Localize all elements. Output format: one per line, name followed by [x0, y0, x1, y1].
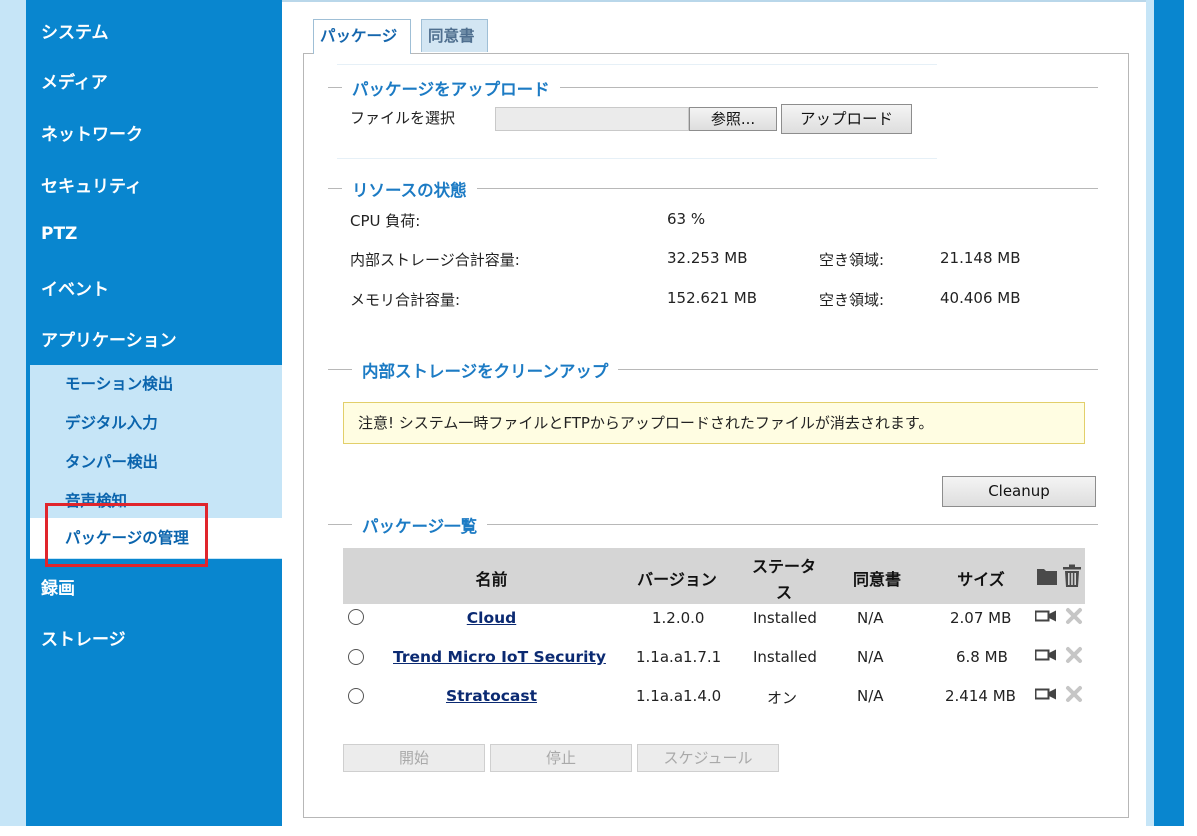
package-link-cloud[interactable]: Cloud — [440, 609, 543, 627]
faint-divider — [337, 64, 937, 65]
package-agreement: N/A — [857, 687, 884, 705]
package-status: Installed — [753, 648, 817, 666]
package-select-radio[interactable] — [348, 688, 364, 704]
right-edge-bar — [1154, 0, 1184, 826]
camera-icon[interactable] — [1035, 609, 1057, 623]
package-size: 6.8 MB — [956, 648, 1008, 666]
application-subnav: モーション検出 デジタル入力 タンパー検出 音声検知 パッケージの管理 — [30, 365, 282, 559]
storage-free-value: 21.148 MB — [940, 249, 1021, 267]
package-status: オン — [767, 689, 798, 707]
left-edge-strip — [0, 0, 26, 826]
package-agreement: N/A — [857, 609, 884, 627]
schedule-button[interactable]: スケジュール — [637, 744, 779, 772]
package-select-radio[interactable] — [348, 649, 364, 665]
right-edge-strip — [1146, 0, 1154, 826]
sidebar-item-network[interactable]: ネットワーク — [41, 120, 143, 145]
close-icon[interactable] — [1065, 607, 1083, 625]
file-select-label: ファイルを選択 — [350, 109, 456, 127]
package-size: 2.414 MB — [945, 687, 1016, 705]
file-path-field[interactable] — [495, 107, 689, 131]
sidebar-item-recording[interactable]: 録画 — [41, 574, 75, 599]
package-version: 1.1a.a1.7.1 — [636, 648, 722, 666]
sidebar: システム メディア ネットワーク セキュリティ PTZ イベント アプリケーショ… — [26, 0, 282, 826]
sidebar-item-security[interactable]: セキュリティ — [41, 172, 142, 197]
package-status: Installed — [753, 609, 817, 627]
subnav-item-audio-detection[interactable]: 音声検知 — [65, 489, 127, 511]
header-status-line1: ステータ — [751, 557, 816, 576]
package-version: 1.1a.a1.4.0 — [636, 687, 722, 705]
camera-icon[interactable] — [1035, 648, 1057, 662]
faint-divider — [337, 158, 937, 159]
close-icon[interactable] — [1065, 646, 1083, 664]
storage-free-label: 空き領域: — [819, 251, 885, 269]
sidebar-item-storage[interactable]: ストレージ — [41, 625, 126, 650]
sidebar-item-application[interactable]: アプリケーション — [41, 326, 177, 351]
subnav-item-package-management[interactable]: パッケージの管理 — [30, 518, 282, 558]
subnav-item-tamper-detection[interactable]: タンパー検出 — [65, 450, 158, 472]
cleanup-section-title: 内部ストレージをクリーンアップ — [352, 358, 619, 382]
tab-agreement[interactable]: 同意書 — [421, 19, 488, 52]
sidebar-item-ptz[interactable]: PTZ — [41, 224, 77, 244]
sidebar-item-media[interactable]: メディア — [41, 68, 108, 93]
package-list-title: パッケージ一覧 — [352, 513, 488, 537]
cleanup-warning-notice: 注意! システム一時ファイルとFTPからアップロードされたファイルが消去されます… — [343, 402, 1085, 444]
top-divider — [282, 0, 1146, 2]
memory-free-value: 40.406 MB — [940, 289, 1021, 307]
storage-total-label: 内部ストレージ合計容量: — [350, 251, 520, 269]
subnav-item-digital-input[interactable]: デジタル入力 — [65, 411, 158, 433]
cleanup-button[interactable]: Cleanup — [942, 476, 1096, 507]
memory-total-label: メモリ合計容量: — [350, 291, 461, 309]
cpu-load-label: CPU 負荷: — [350, 212, 421, 230]
upload-button[interactable]: アップロード — [781, 104, 912, 134]
package-size: 2.07 MB — [950, 609, 1012, 627]
sidebar-item-system[interactable]: システム — [41, 18, 109, 43]
package-agreement: N/A — [857, 648, 884, 666]
memory-total-value: 152.621 MB — [667, 289, 758, 307]
package-link-trend-micro-iot-security[interactable]: Trend Micro IoT Security — [393, 648, 606, 666]
start-button[interactable]: 開始 — [343, 744, 485, 772]
sidebar-item-event[interactable]: イベント — [41, 275, 109, 300]
tab-package[interactable]: パッケージ — [313, 19, 411, 54]
upload-section-title: パッケージをアップロード — [342, 76, 560, 100]
header-status-line2: ス — [775, 583, 792, 602]
browse-button[interactable]: 参照... — [689, 107, 777, 131]
header-size: サイズ — [957, 570, 1005, 589]
header-version: バージョン — [637, 570, 717, 589]
memory-free-label: 空き領域: — [819, 291, 885, 309]
cpu-load-value: 63 % — [667, 210, 706, 228]
resources-section-title: リソースの状態 — [342, 177, 477, 201]
package-link-stratocast[interactable]: Stratocast — [440, 687, 543, 705]
subnav-item-motion-detection[interactable]: モーション検出 — [65, 372, 173, 394]
package-version: 1.2.0.0 — [652, 609, 705, 627]
stop-button[interactable]: 停止 — [490, 744, 632, 772]
storage-total-value: 32.253 MB — [667, 249, 748, 267]
header-agreement: 同意書 — [852, 570, 901, 589]
package-select-radio[interactable] — [348, 609, 364, 625]
close-icon[interactable] — [1065, 685, 1083, 703]
trash-icon[interactable] — [1061, 564, 1083, 588]
folder-icon[interactable] — [1036, 565, 1058, 587]
header-name: 名前 — [475, 570, 508, 589]
camera-icon[interactable] — [1035, 687, 1057, 701]
